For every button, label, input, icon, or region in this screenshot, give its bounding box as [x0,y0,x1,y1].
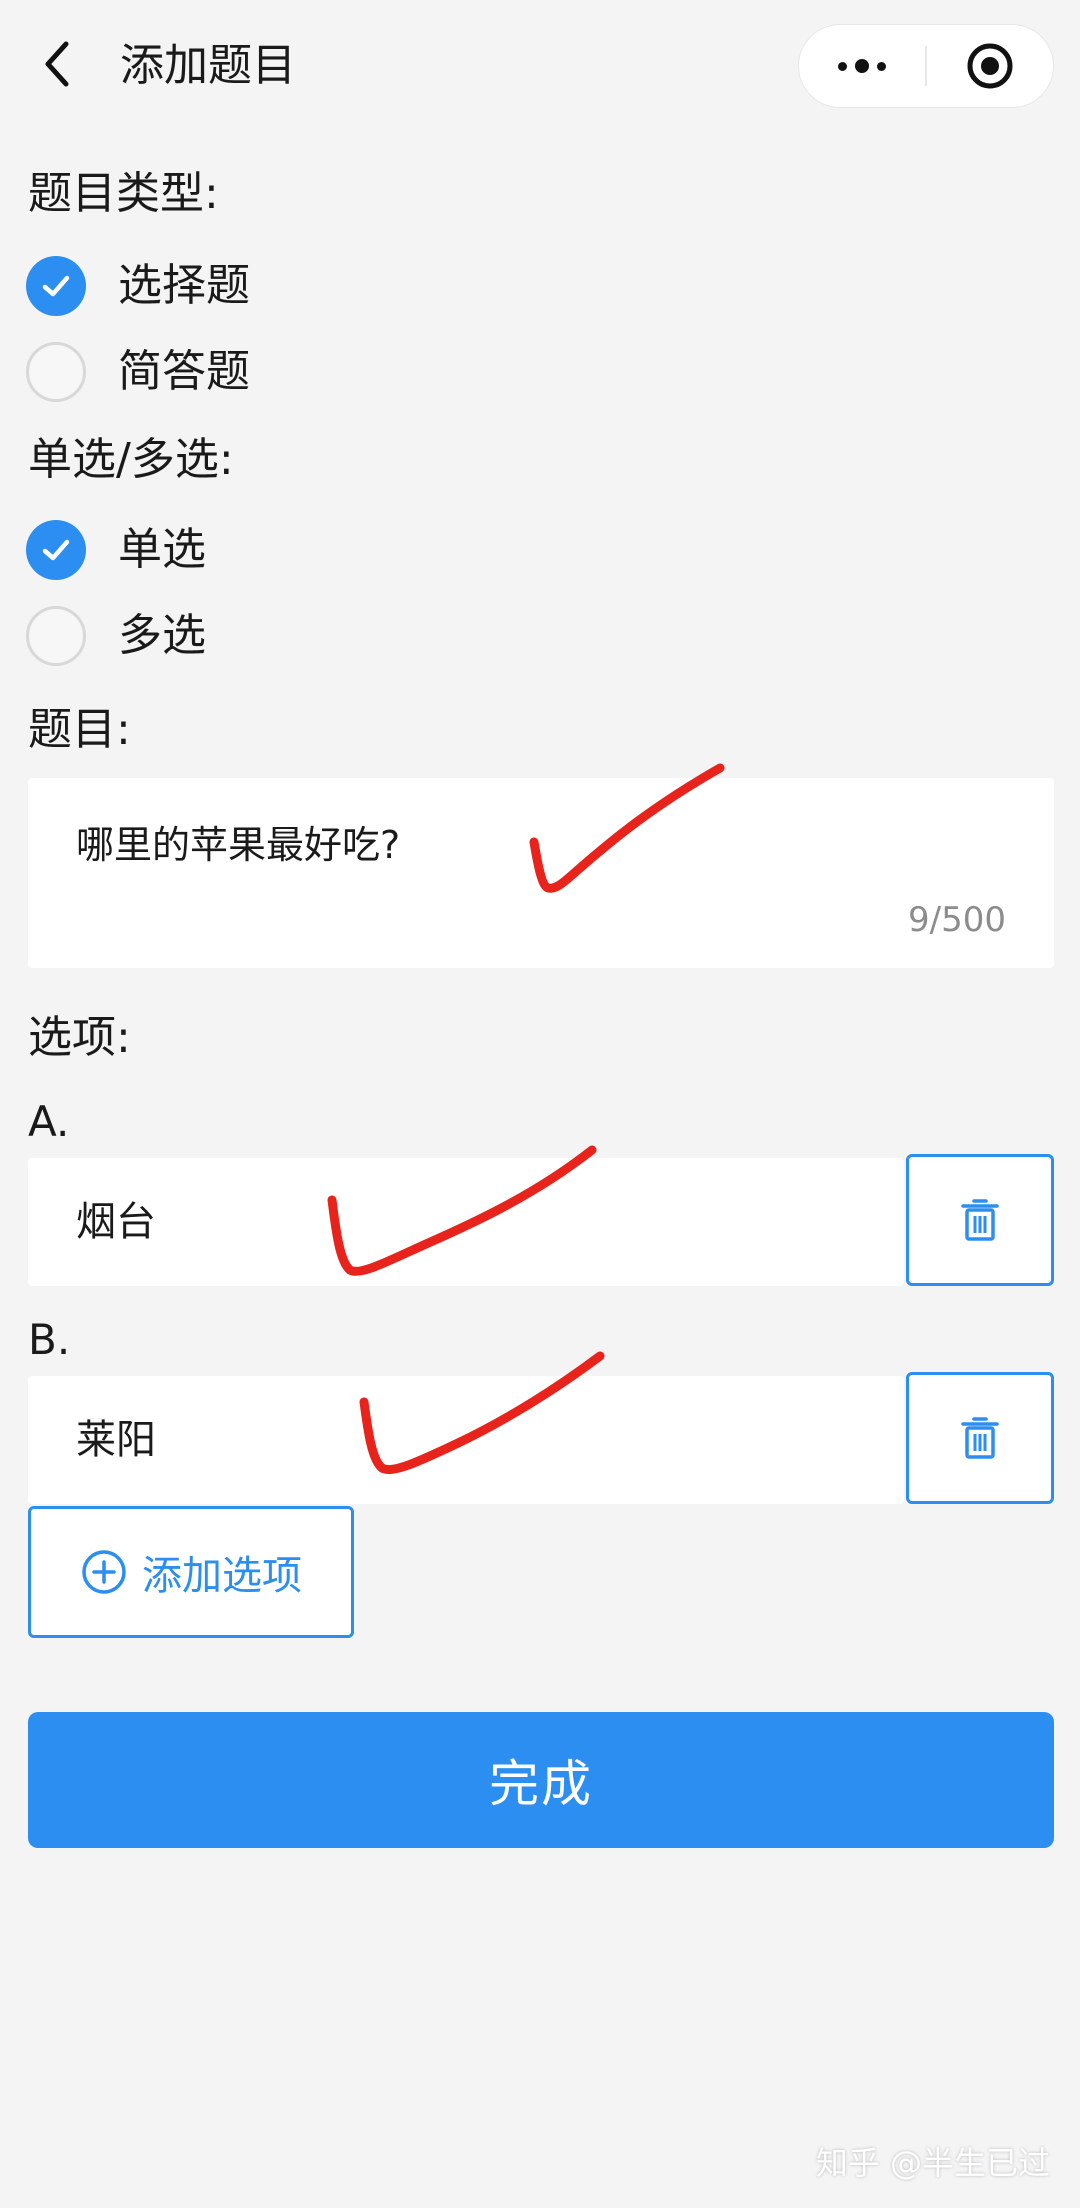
select-mode-label: 单选/多选: [28,434,234,485]
watermark: 知乎 @半生已过 [815,2144,1050,2182]
option-letter: A. [28,1097,70,1146]
radio-unchecked-icon [26,606,86,666]
more-dots-icon [838,59,886,73]
question-type-label: 题目类型: [28,168,219,219]
trash-icon [961,1199,999,1241]
radio-label: 多选 [118,610,206,661]
target-close-icon [967,43,1013,89]
chevron-left-icon [45,41,69,87]
option-a-input[interactable] [28,1158,904,1286]
question-textarea[interactable] [28,778,1054,968]
question-text: 哪里的苹果最好吃? [76,823,401,867]
more-button[interactable] [799,25,925,107]
mini-program-capsule [798,24,1054,108]
question-label: 题目: [28,704,131,755]
char-counter: 9/500 [908,900,1006,940]
radio-label: 选择题 [118,260,250,311]
radio-label: 简答题 [118,346,250,397]
options-label: 选项: [28,1012,131,1063]
radio-multi-select[interactable]: 多选 [26,600,206,672]
radio-short-answer[interactable]: 简答题 [26,336,250,408]
back-button[interactable] [28,28,88,100]
close-button[interactable] [927,25,1053,107]
add-option-label: 添加选项 [142,1553,302,1599]
radio-checked-icon [26,256,86,316]
radio-choice-question[interactable]: 选择题 [26,250,250,322]
done-button[interactable]: 完成 [28,1712,1054,1848]
delete-option-b-button[interactable] [906,1372,1054,1504]
option-b-text: 莱阳 [76,1417,156,1463]
done-label: 完成 [489,1755,593,1813]
delete-option-a-button[interactable] [906,1154,1054,1286]
trash-icon [961,1417,999,1459]
option-a-text: 烟台 [76,1199,156,1245]
page-title: 添加题目 [120,40,296,91]
radio-checked-icon [26,520,86,580]
radio-label: 单选 [118,524,206,575]
option-letter: B. [28,1315,71,1364]
radio-unchecked-icon [26,342,86,402]
add-option-button[interactable]: 添加选项 [28,1506,354,1638]
radio-single-select[interactable]: 单选 [26,514,206,586]
option-b-input[interactable] [28,1376,904,1504]
plus-circle-icon [82,1550,126,1594]
